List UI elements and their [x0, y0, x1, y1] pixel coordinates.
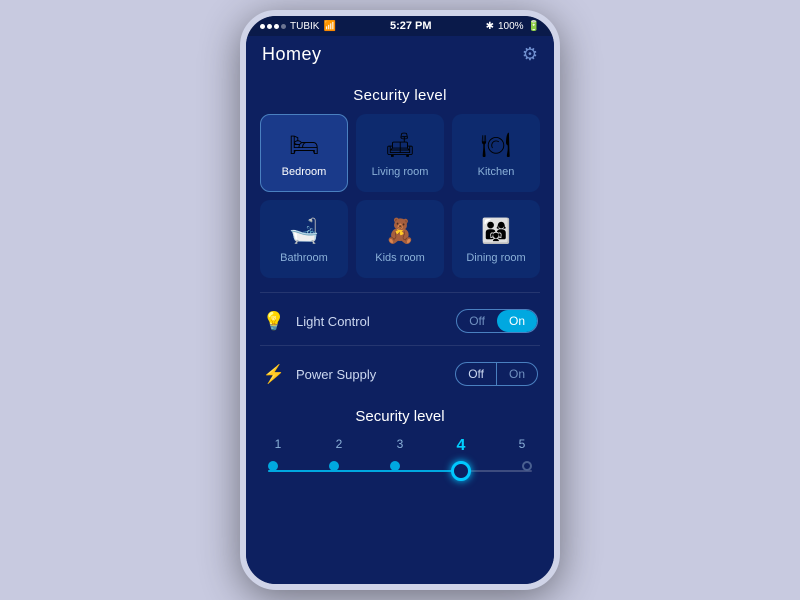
- light-icon: 💡: [262, 311, 286, 332]
- status-bar: TUBIK 📶 5:27 PM ✱ 100% 🔋: [246, 16, 554, 36]
- carrier-label: TUBIK: [290, 21, 319, 32]
- slider-dot-3[interactable]: [390, 461, 400, 471]
- dot-3: [274, 24, 279, 29]
- light-toggle-switch[interactable]: Off On: [456, 309, 538, 333]
- bathroom-icon: 🛁: [289, 217, 319, 246]
- light-off-button[interactable]: Off: [457, 310, 497, 332]
- power-supply-label: Power Supply: [296, 367, 445, 382]
- light-control-row: 💡 Light Control Off On: [246, 301, 554, 341]
- power-icon: ⚡: [262, 364, 286, 385]
- slider-dots-row: [268, 461, 532, 481]
- security-title: Security level: [246, 75, 554, 114]
- slider-track-container[interactable]: [268, 461, 532, 481]
- divider-2: [260, 345, 540, 346]
- bathroom-label: Bathroom: [280, 252, 328, 264]
- slider-label-2: 2: [329, 437, 349, 455]
- slider-dot-1[interactable]: [268, 461, 278, 471]
- light-control-label: Light Control: [296, 314, 446, 329]
- power-toggle-switch[interactable]: Off On: [455, 362, 538, 386]
- slider-labels: 1 2 3 4 5: [268, 437, 532, 455]
- room-card-bedroom[interactable]: 🛏 Bedroom: [260, 114, 348, 192]
- power-supply-row: ⚡ Power Supply Off On: [246, 354, 554, 394]
- room-grid: 🛏 Bedroom 🛋 Living room 🍽 Kitchen 🛁 Bath…: [246, 114, 554, 288]
- app-header: Homey ⚙: [246, 36, 554, 75]
- room-card-kids-room[interactable]: 🧸 Kids room: [356, 200, 444, 278]
- slider-dot-5[interactable]: [522, 461, 532, 471]
- settings-icon[interactable]: ⚙: [522, 44, 538, 65]
- room-card-kitchen[interactable]: 🍽 Kitchen: [452, 114, 540, 192]
- signal-dots: [260, 24, 286, 29]
- app-title: Homey: [262, 44, 322, 65]
- dining-room-label: Dining room: [466, 252, 525, 264]
- kitchen-label: Kitchen: [478, 166, 515, 178]
- room-card-dining-room[interactable]: 👨‍👩‍👧 Dining room: [452, 200, 540, 278]
- slider-label-1: 1: [268, 437, 288, 455]
- slider-section: Security level 1 2 3 4 5: [246, 394, 554, 497]
- slider-container: 1 2 3 4 5: [260, 437, 540, 481]
- light-on-button[interactable]: On: [497, 310, 537, 332]
- wifi-icon: 📶: [323, 21, 335, 32]
- dining-room-icon: 👨‍👩‍👧: [481, 217, 511, 246]
- living-room-label: Living room: [372, 166, 429, 178]
- dot-2: [267, 24, 272, 29]
- living-room-icon: 🛋: [385, 131, 415, 160]
- slider-dot-2[interactable]: [329, 461, 339, 471]
- slider-label-5: 5: [512, 437, 532, 455]
- battery-icon: 🔋: [528, 21, 540, 32]
- bedroom-icon: 🛏: [289, 131, 319, 160]
- clock: 5:27 PM: [390, 20, 432, 32]
- slider-label-4: 4: [451, 437, 471, 455]
- main-content: Security level 🛏 Bedroom 🛋 Living room 🍽…: [246, 75, 554, 584]
- kitchen-icon: 🍽: [481, 131, 511, 160]
- status-right: ✱ 100% 🔋: [486, 21, 540, 32]
- status-left: TUBIK 📶: [260, 21, 336, 32]
- dot-1: [260, 24, 265, 29]
- room-card-bathroom[interactable]: 🛁 Bathroom: [260, 200, 348, 278]
- power-off-button[interactable]: Off: [456, 363, 497, 385]
- power-on-button[interactable]: On: [497, 363, 537, 385]
- bluetooth-icon: ✱: [486, 21, 494, 32]
- slider-label-3: 3: [390, 437, 410, 455]
- kids-room-label: Kids room: [375, 252, 425, 264]
- phone-frame: TUBIK 📶 5:27 PM ✱ 100% 🔋 Homey ⚙ Securit…: [240, 10, 560, 590]
- slider-title: Security level: [260, 402, 540, 437]
- divider-1: [260, 292, 540, 293]
- room-card-living-room[interactable]: 🛋 Living room: [356, 114, 444, 192]
- dot-4: [281, 24, 286, 29]
- kids-room-icon: 🧸: [385, 217, 415, 246]
- battery-label: 100%: [498, 21, 524, 32]
- bedroom-label: Bedroom: [282, 166, 327, 178]
- slider-dot-4[interactable]: [451, 461, 471, 481]
